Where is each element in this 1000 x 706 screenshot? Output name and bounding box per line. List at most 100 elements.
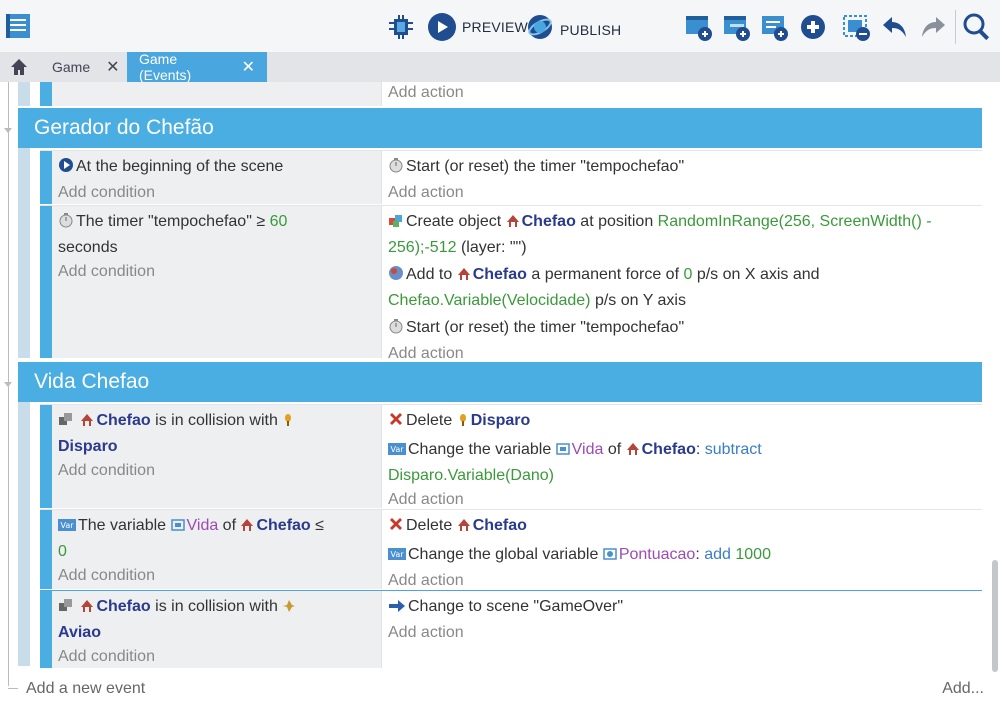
- condition-text: The variable: [78, 517, 171, 534]
- object-name: Aviao: [58, 624, 101, 641]
- project-manager-icon[interactable]: [4, 11, 34, 41]
- operator: add: [704, 546, 731, 563]
- preview-label: PREVIEW: [462, 19, 528, 35]
- condition[interactable]: The timer "tempochefao" ≥ 60 seconds: [58, 210, 375, 260]
- add-condition-link[interactable]: Add condition: [58, 645, 375, 669]
- add-subevent-button[interactable]: [722, 12, 752, 42]
- object-name: Chefao: [521, 213, 576, 230]
- tab-game-events[interactable]: Game (Events) ✕: [127, 51, 267, 83]
- delete-selection-button[interactable]: [842, 12, 872, 42]
- search-icon: [963, 13, 990, 41]
- global-variable-icon: [603, 545, 617, 569]
- group-header[interactable]: Vida Chefao: [18, 362, 982, 402]
- scrollbar[interactable]: [992, 560, 998, 672]
- tab-label: Game: [52, 59, 91, 75]
- action-text: Delete: [406, 517, 457, 534]
- event-row[interactable]: The timer "tempochefao" ≥ 60 seconds Add …: [40, 205, 982, 362]
- action-text: :: [695, 546, 705, 563]
- event-stub[interactable]: Add action: [40, 82, 982, 106]
- action-text: Create object: [406, 213, 506, 230]
- conditions-column: At the beginning of the scene Add condit…: [52, 151, 381, 204]
- event-row[interactable]: At the beginning of the scene Add condit…: [40, 150, 982, 204]
- redo-button[interactable]: [918, 12, 948, 42]
- conditions-column: Chefao is in collision with Disparo Add …: [52, 405, 381, 508]
- delete-icon: [388, 411, 404, 435]
- boss-object-icon: [506, 212, 520, 236]
- object-name: Disparo: [470, 412, 531, 429]
- event-bar: [40, 82, 52, 106]
- redo-icon: [922, 17, 945, 37]
- event-row[interactable]: Chefao is in collision with Disparo Add …: [40, 404, 982, 508]
- event-bar: [40, 405, 52, 508]
- collapse-arrow-icon[interactable]: [4, 128, 12, 133]
- condition[interactable]: At the beginning of the scene: [58, 155, 375, 181]
- object-name: Chefao: [472, 517, 527, 534]
- action[interactable]: Delete Chefao: [388, 514, 976, 540]
- events-sheet: Add action Gerador do Chefão At the begi…: [0, 82, 1000, 706]
- condition[interactable]: Chefao is in collision with Aviao: [58, 595, 375, 645]
- action-text: Change the global variable: [408, 546, 603, 563]
- tab-game[interactable]: Game ✕: [40, 52, 126, 82]
- group-header[interactable]: Gerador do Chefão: [18, 108, 982, 148]
- search-button[interactable]: [962, 12, 992, 42]
- action[interactable]: Start (or reset) the timer "tempochefao": [388, 155, 976, 181]
- add-condition-link[interactable]: Add condition: [58, 181, 375, 205]
- action-text: (layer: ""): [456, 239, 527, 256]
- collapse-arrow-icon[interactable]: [4, 382, 12, 387]
- condition-unit: seconds: [58, 239, 118, 256]
- debugger-icon[interactable]: [386, 12, 416, 42]
- tab-bar: Game ✕ Game (Events) ✕: [0, 51, 1000, 83]
- condition[interactable]: Var The variable Vida of Chefao ≤0: [58, 514, 375, 564]
- group-title: Gerador do Chefão: [34, 116, 214, 139]
- bullet-object-icon: [457, 411, 469, 435]
- publish-button[interactable]: PUBLISH: [526, 13, 621, 46]
- action[interactable]: Add to Chefao a permanent force of 0 p/s…: [388, 263, 976, 313]
- add-comment-button[interactable]: [760, 12, 790, 42]
- object-name: Chefao: [472, 266, 527, 283]
- object-name: Chefao: [96, 412, 151, 429]
- condition[interactable]: Chefao is in collision with Disparo: [58, 409, 375, 459]
- undo-icon: [883, 17, 906, 37]
- timer-icon: [388, 318, 404, 342]
- boss-object-icon: [457, 516, 471, 540]
- action-text: Delete: [406, 412, 457, 429]
- conditions-column: The timer "tempochefao" ≥ 60 seconds Add …: [52, 206, 381, 358]
- preview-button[interactable]: PREVIEW: [428, 13, 528, 41]
- event-row[interactable]: Var The variable Vida of Chefao ≤0 Add co…: [40, 509, 982, 589]
- object-name: Chefao: [641, 441, 696, 458]
- group-stripe: [18, 82, 30, 106]
- expression: Chefao.Variable(Velocidade): [388, 292, 591, 309]
- action[interactable]: Delete Disparo: [388, 409, 976, 435]
- action[interactable]: Create object Chefao at position RandomI…: [388, 210, 976, 260]
- close-icon[interactable]: ✕: [106, 57, 119, 77]
- add-condition-link[interactable]: Add condition: [58, 564, 375, 588]
- event-bar: [40, 151, 52, 204]
- condition-text: is in collision with: [150, 412, 283, 429]
- add-event-button[interactable]: [684, 12, 714, 42]
- add-action-link[interactable]: Add action: [388, 621, 976, 645]
- svg-text:Var: Var: [390, 445, 404, 454]
- action-text: Add to: [406, 266, 457, 283]
- add-event-icon: [686, 16, 712, 41]
- home-tab[interactable]: [0, 52, 38, 82]
- close-icon[interactable]: ✕: [242, 57, 255, 77]
- delete-selection-icon: [843, 15, 870, 41]
- add-more-link[interactable]: Add...: [942, 680, 984, 698]
- add-condition-link[interactable]: Add condition: [58, 459, 375, 483]
- object-name: Disparo: [58, 438, 118, 455]
- action[interactable]: Var Change the variable Vida of Chefao: s…: [388, 438, 976, 488]
- boss-object-icon: [457, 265, 471, 289]
- collision-icon: [58, 411, 74, 435]
- undo-button[interactable]: [880, 12, 910, 42]
- add-condition-link[interactable]: Add condition: [58, 260, 375, 284]
- add-action-link[interactable]: Add action: [388, 82, 976, 104]
- publish-label: PUBLISH: [560, 21, 622, 38]
- add-new-event-link[interactable]: Add a new event: [26, 680, 145, 698]
- add-other-button[interactable]: [798, 12, 828, 42]
- action-text: p/s on Y axis: [590, 292, 686, 309]
- action[interactable]: Var Change the global variable Pontuacao:…: [388, 543, 976, 569]
- action[interactable]: Change to scene "GameOver": [388, 595, 976, 621]
- add-action-link[interactable]: Add action: [388, 181, 976, 205]
- event-row[interactable]: Chefao is in collision with Aviao Add co…: [40, 590, 982, 668]
- action[interactable]: Start (or reset) the timer "tempochefao": [388, 316, 976, 342]
